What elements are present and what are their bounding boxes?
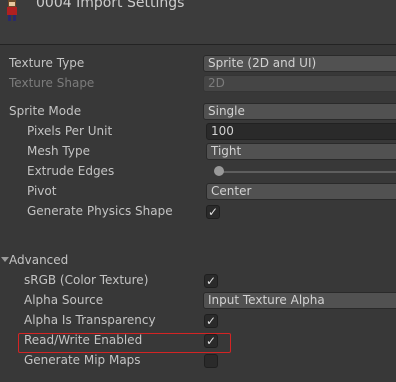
- texture-shape-row: Texture Shape 2D: [0, 74, 396, 94]
- advanced-label: Advanced: [9, 253, 69, 267]
- alpha-source-dropdown[interactable]: Input Texture Alpha: [203, 292, 396, 309]
- mesh-type-label: Mesh Type: [27, 144, 90, 158]
- generate-physics-shape-checkbox[interactable]: ✓: [206, 205, 220, 219]
- inspector-header: 0004 Import Settings: [0, 0, 396, 45]
- extrude-edges-row: Extrude Edges: [0, 162, 396, 182]
- generate-mip-maps-checkbox[interactable]: [204, 354, 218, 368]
- extrude-edges-slider-track[interactable]: [222, 171, 396, 173]
- alpha-source-row: Alpha Source Input Texture Alpha: [0, 291, 396, 311]
- pivot-row: Pivot Center: [0, 182, 396, 202]
- extrude-edges-label: Extrude Edges: [27, 164, 115, 178]
- mesh-type-row: Mesh Type Tight: [0, 142, 396, 162]
- texture-type-row: Texture Type Sprite (2D and UI): [0, 54, 396, 74]
- sprite-mode-dropdown[interactable]: Single: [203, 103, 396, 120]
- alpha-is-transparency-row: Alpha Is Transparency ✓: [0, 311, 396, 331]
- generate-physics-shape-label: Generate Physics Shape: [27, 204, 173, 218]
- srgb-label: sRGB (Color Texture): [24, 273, 149, 287]
- texture-type-dropdown[interactable]: Sprite (2D and UI): [203, 55, 396, 72]
- generate-mip-maps-label: Generate Mip Maps: [24, 353, 141, 367]
- texture-type-label: Texture Type: [9, 56, 85, 70]
- pixels-per-unit-label: Pixels Per Unit: [27, 124, 113, 138]
- pixels-per-unit-input[interactable]: 100: [206, 123, 396, 140]
- advanced-foldout[interactable]: Advanced: [0, 251, 396, 271]
- sprite-asset-icon: [7, 0, 17, 21]
- highlight-box: [18, 333, 231, 353]
- sprite-mode-row: Sprite Mode Single: [0, 102, 396, 122]
- alpha-is-transparency-label: Alpha Is Transparency: [24, 313, 156, 327]
- pivot-dropdown[interactable]: Center: [206, 183, 396, 200]
- texture-shape-dropdown: 2D: [203, 75, 396, 92]
- generate-physics-shape-row: Generate Physics Shape ✓: [0, 202, 396, 222]
- generate-mip-maps-row: Generate Mip Maps: [0, 351, 396, 371]
- pixels-per-unit-row: Pixels Per Unit 100: [0, 122, 396, 142]
- mesh-type-dropdown[interactable]: Tight: [206, 143, 396, 160]
- pivot-label: Pivot: [27, 184, 57, 198]
- texture-shape-label: Texture Shape: [9, 76, 95, 90]
- chevron-down-icon: [1, 257, 9, 262]
- sprite-mode-label: Sprite Mode: [9, 104, 82, 118]
- alpha-source-label: Alpha Source: [24, 293, 104, 307]
- alpha-is-transparency-checkbox[interactable]: ✓: [204, 314, 218, 328]
- srgb-row: sRGB (Color Texture) ✓: [0, 271, 396, 291]
- extrude-edges-slider-thumb[interactable]: [214, 166, 224, 176]
- srgb-checkbox[interactable]: ✓: [204, 274, 218, 288]
- page-title: 0004 Import Settings: [36, 0, 185, 11]
